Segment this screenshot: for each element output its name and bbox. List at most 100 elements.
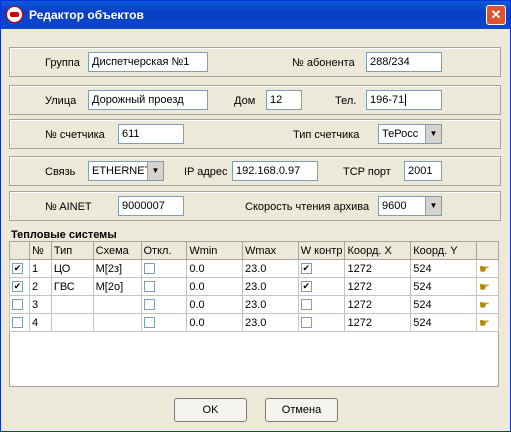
off-checkbox[interactable]	[143, 317, 155, 329]
column-header[interactable]: Откл.	[140, 241, 188, 260]
w-control-cell[interactable]	[297, 259, 346, 278]
row-enable-checkbox[interactable]	[12, 317, 23, 329]
w-control-checkbox[interactable]	[300, 299, 312, 311]
port-field[interactable]: 2001	[404, 161, 442, 181]
chevron-down-icon[interactable]: ▼	[425, 125, 441, 143]
cell-scheme[interactable]: M[2з]	[92, 259, 142, 278]
off-cell[interactable]	[140, 259, 188, 278]
phone-field[interactable]: 196-71	[366, 90, 442, 110]
cell-scheme[interactable]	[92, 313, 142, 332]
row-enable-checkbox[interactable]	[12, 299, 23, 311]
cell-scheme[interactable]	[92, 295, 142, 314]
cell-coord-y[interactable]: 524	[410, 277, 477, 296]
cell-type[interactable]	[50, 295, 94, 314]
cell-type[interactable]: ЦО	[50, 259, 94, 278]
cell-coord-x[interactable]: 1272	[344, 259, 412, 278]
chevron-down-icon[interactable]: ▼	[425, 197, 441, 215]
cell-wmax[interactable]: 23.0	[242, 259, 299, 278]
cell-wmin[interactable]: 0.0	[186, 277, 243, 296]
cell-coord-y[interactable]: 524	[410, 295, 477, 314]
cell-action[interactable]: ☛	[476, 295, 499, 314]
hand-pointer-icon[interactable]: ☛	[479, 316, 490, 330]
window-title: Редактор объектов	[29, 8, 144, 22]
w-control-checkbox[interactable]	[300, 317, 312, 329]
w-control-cell[interactable]	[297, 295, 346, 314]
ainet-field[interactable]: 9000007	[118, 196, 184, 216]
house-field[interactable]: 12	[266, 90, 302, 110]
row-enable-cell[interactable]	[9, 277, 30, 296]
w-control-cell[interactable]	[297, 313, 346, 332]
off-checkbox[interactable]	[143, 299, 155, 311]
row-enable-checkbox[interactable]	[12, 263, 23, 275]
speed-select[interactable]: 9600 ▼	[378, 196, 442, 216]
off-cell[interactable]	[140, 295, 188, 314]
group-field[interactable]: Диспетчерская №1	[88, 52, 208, 72]
w-control-checkbox[interactable]	[300, 263, 312, 275]
row-enable-cell[interactable]	[9, 313, 30, 332]
link-select[interactable]: ETHERNET ▼	[88, 161, 164, 181]
group-row-5: № AINET 9000007 Скорость чтения архива 9…	[9, 191, 501, 221]
title-bar[interactable]: Редактор объектов ✕	[1, 1, 510, 29]
systems-title: Тепловые системы	[11, 229, 117, 241]
table-row[interactable]: 1ЦОM[2з] 0.023.0 1272524☛	[9, 259, 499, 278]
column-header[interactable]: Коорд. X	[344, 241, 412, 260]
w-control-cell[interactable]	[297, 277, 346, 296]
column-header[interactable]: Wmin	[186, 241, 243, 260]
w-control-checkbox[interactable]	[300, 281, 312, 293]
cell-scheme[interactable]: M[2о]	[92, 277, 142, 296]
ip-label: IP адрес	[184, 166, 228, 178]
cell-number[interactable]: 4	[28, 313, 52, 332]
cell-type[interactable]: ГВС	[50, 277, 94, 296]
chevron-down-icon[interactable]: ▼	[147, 162, 163, 180]
subscriber-field[interactable]: 288/234	[366, 52, 442, 72]
cell-action[interactable]: ☛	[476, 277, 499, 296]
cell-number[interactable]: 1	[28, 259, 52, 278]
close-button[interactable]: ✕	[486, 5, 506, 25]
column-header[interactable]: №	[28, 241, 52, 260]
cancel-button[interactable]: Отмена	[265, 398, 338, 422]
cell-number[interactable]: 3	[28, 295, 52, 314]
cell-coord-x[interactable]: 1272	[344, 295, 412, 314]
hand-pointer-icon[interactable]: ☛	[479, 298, 490, 312]
link-value: ETHERNET	[92, 165, 152, 177]
meter-type-select[interactable]: ТеРосс ▼	[378, 124, 442, 144]
cell-wmin[interactable]: 0.0	[186, 295, 243, 314]
cell-coord-x[interactable]: 1272	[344, 313, 412, 332]
table-row[interactable]: 2ГВСM[2о] 0.023.0 1272524☛	[9, 277, 499, 296]
column-header[interactable]: Схема	[92, 241, 142, 260]
table-row[interactable]: 4 0.0 23.0 1272 524 ☛	[9, 313, 499, 332]
ip-field[interactable]: 192.168.0.97	[232, 161, 318, 181]
meter-field[interactable]: 611	[118, 124, 184, 144]
cell-wmin[interactable]: 0.0	[186, 313, 243, 332]
cell-action[interactable]: ☛	[476, 259, 499, 278]
cell-wmax[interactable]: 23.0	[242, 295, 299, 314]
cell-wmax[interactable]: 23.0	[242, 313, 299, 332]
column-header[interactable]: Wmax	[242, 241, 299, 260]
row-enable-cell[interactable]	[9, 259, 30, 278]
cell-action[interactable]: ☛	[476, 313, 499, 332]
table-row[interactable]: 3 0.0 23.0 1272 524 ☛	[9, 295, 499, 314]
group-row-2: Улица Дорожный проезд Дом 12 Тел. 196-71	[9, 85, 501, 115]
off-cell[interactable]	[140, 313, 188, 332]
speed-value: 9600	[382, 200, 407, 212]
row-enable-cell[interactable]	[9, 295, 30, 314]
off-cell[interactable]	[140, 277, 188, 296]
row-enable-checkbox[interactable]	[12, 281, 23, 293]
cell-wmin[interactable]: 0.0	[186, 259, 243, 278]
hand-pointer-icon[interactable]: ☛	[479, 262, 490, 276]
cell-coord-y[interactable]: 524	[410, 259, 477, 278]
cell-coord-y[interactable]: 524	[410, 313, 477, 332]
ok-button[interactable]: OK	[174, 398, 247, 422]
off-checkbox[interactable]	[143, 281, 155, 293]
cell-coord-x[interactable]: 1272	[344, 277, 412, 296]
cell-type[interactable]	[50, 313, 94, 332]
street-field[interactable]: Дорожный проезд	[88, 90, 208, 110]
off-checkbox[interactable]	[143, 263, 155, 275]
hand-pointer-icon[interactable]: ☛	[479, 280, 490, 294]
column-header[interactable]: Тип	[50, 241, 94, 260]
cell-wmax[interactable]: 23.0	[242, 277, 299, 296]
column-header[interactable]: W контр	[297, 241, 346, 260]
column-header[interactable]: Коорд. Y	[410, 241, 477, 260]
link-label: Связь	[45, 166, 76, 178]
cell-number[interactable]: 2	[28, 277, 52, 296]
